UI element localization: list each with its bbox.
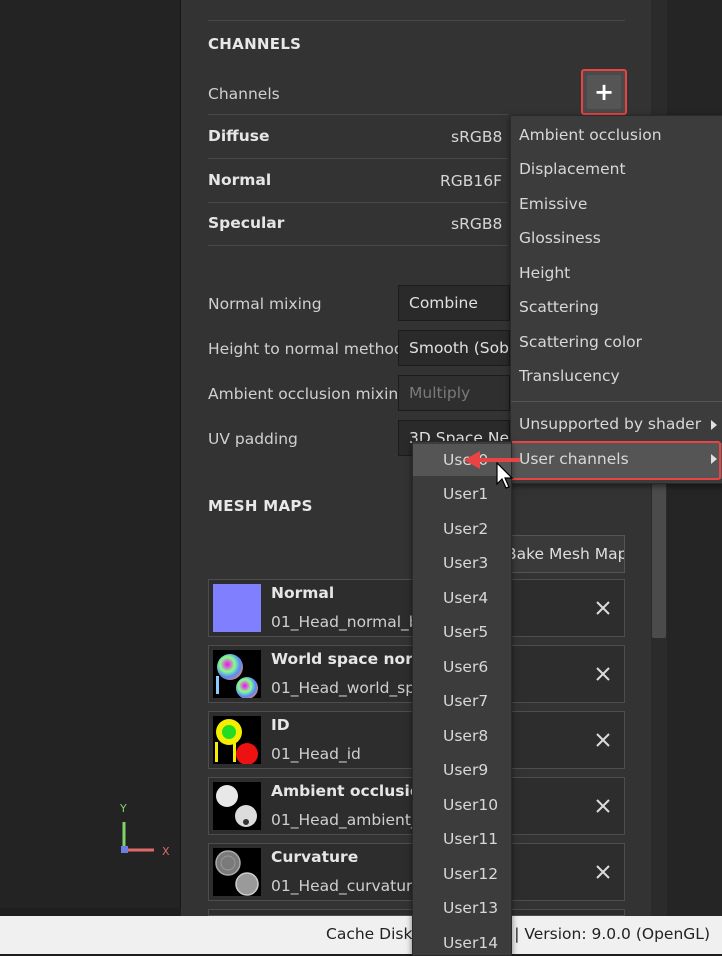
channels-label: Channels: [208, 85, 280, 103]
axis-gizmo: Y X: [119, 802, 170, 858]
chevron-right-icon: [711, 420, 717, 430]
menu-item-scattering[interactable]: Scattering: [519, 298, 599, 316]
mesh-map-file: 01_Head_id: [271, 745, 361, 763]
menu-item-ambient-occlusion[interactable]: Ambient occlusion: [519, 126, 662, 144]
ao-mixing-label: Ambient occlusion mixing: [208, 385, 409, 403]
cache-disk-status[interactable]: Cache Disk: [326, 925, 412, 943]
channel-name-diffuse: Diffuse: [208, 127, 270, 145]
mouse-cursor-icon: [496, 462, 514, 489]
add-channel-menu: Ambient occlusion Displacement Emissive …: [510, 115, 722, 484]
world-space-normal-thumbnail: [213, 650, 261, 698]
gizmo-y-label: Y: [119, 802, 127, 815]
divider: [208, 20, 625, 21]
annotation-highlight-box: [507, 441, 721, 480]
menu-item-emissive[interactable]: Emissive: [519, 195, 587, 213]
menu-item-displacement[interactable]: Displacement: [519, 160, 626, 178]
divider: [208, 158, 508, 159]
uv-padding-label: UV padding: [208, 430, 298, 448]
bake-mesh-maps-button[interactable]: Bake Mesh Maps: [496, 535, 625, 573]
submenu-item-user9[interactable]: User9: [443, 761, 488, 779]
plus-icon: +: [587, 75, 621, 109]
height-to-normal-label: Height to normal method: [208, 340, 404, 358]
submenu-item-user6[interactable]: User6: [443, 658, 488, 676]
ambient-occlusion-thumbnail: [213, 782, 261, 830]
add-channel-button[interactable]: +: [581, 69, 627, 115]
divider: [208, 114, 508, 115]
bake-mesh-maps-label: Bake Mesh Maps: [506, 545, 625, 563]
mesh-map-name: Curvature: [271, 848, 359, 866]
id-map-thumbnail: [213, 716, 261, 764]
mesh-map-name: Ambient occlusion: [271, 782, 432, 800]
ao-mixing-dropdown: Multiply: [398, 375, 510, 411]
mesh-map-file: 01_Head_curvature: [271, 877, 422, 895]
submenu-item-user5[interactable]: User5: [443, 623, 488, 641]
channel-format-normal[interactable]: RGB16F: [440, 172, 502, 190]
curvature-thumbnail: [213, 848, 261, 896]
menu-divider: [511, 401, 722, 402]
menu-item-height[interactable]: Height: [519, 264, 570, 282]
submenu-item-user2[interactable]: User2: [443, 520, 488, 538]
mesh-maps-section-title: MESH MAPS: [208, 497, 313, 515]
submenu-item-user12[interactable]: User12: [443, 865, 498, 883]
close-icon[interactable]: [592, 729, 614, 751]
menu-item-unsupported-by-shader[interactable]: Unsupported by shader: [519, 415, 701, 433]
channel-name-normal: Normal: [208, 171, 272, 189]
submenu-item-user4[interactable]: User4: [443, 589, 488, 607]
normal-mixing-label: Normal mixing: [208, 295, 322, 313]
close-icon[interactable]: [592, 663, 614, 685]
channel-format-diffuse[interactable]: sRGB8: [451, 128, 502, 146]
close-icon[interactable]: [592, 597, 614, 619]
submenu-item-user13[interactable]: User13: [443, 899, 498, 917]
menu-item-glossiness[interactable]: Glossiness: [519, 229, 601, 247]
menu-item-scattering-color[interactable]: Scattering color: [519, 333, 642, 351]
channel-name-specular: Specular: [208, 214, 285, 232]
annotation-arrow-icon: [464, 451, 520, 469]
normal-mixing-dropdown[interactable]: Combine: [398, 285, 510, 321]
mesh-map-name: ID: [271, 716, 290, 734]
submenu-item-user7[interactable]: User7: [443, 692, 488, 710]
divider: [208, 245, 508, 246]
submenu-item-user11[interactable]: User11: [443, 830, 498, 848]
user-channels-submenu: User0 User1 User2 User3 User4 User5 User…: [412, 441, 512, 956]
3d-viewport[interactable]: [0, 0, 181, 908]
close-icon[interactable]: [592, 795, 614, 817]
normal-map-thumbnail: [213, 584, 261, 632]
submenu-item-user10[interactable]: User10: [443, 796, 498, 814]
menu-item-translucency[interactable]: Translucency: [519, 367, 620, 385]
submenu-item-user1[interactable]: User1: [443, 485, 488, 503]
submenu-item-user8[interactable]: User8: [443, 727, 488, 745]
divider: [208, 202, 508, 203]
close-icon[interactable]: [592, 861, 614, 883]
version-status: | Version: 9.0.0 (OpenGL): [514, 925, 710, 943]
mesh-map-name: Normal: [271, 584, 335, 602]
height-to-normal-dropdown[interactable]: Smooth (Sobel): [398, 330, 510, 366]
channels-section-title: CHANNELS: [208, 35, 302, 53]
channel-format-specular[interactable]: sRGB8: [451, 215, 502, 233]
gizmo-x-label: X: [162, 845, 170, 858]
submenu-item-user14[interactable]: User14: [443, 934, 498, 952]
submenu-item-user3[interactable]: User3: [443, 554, 488, 572]
